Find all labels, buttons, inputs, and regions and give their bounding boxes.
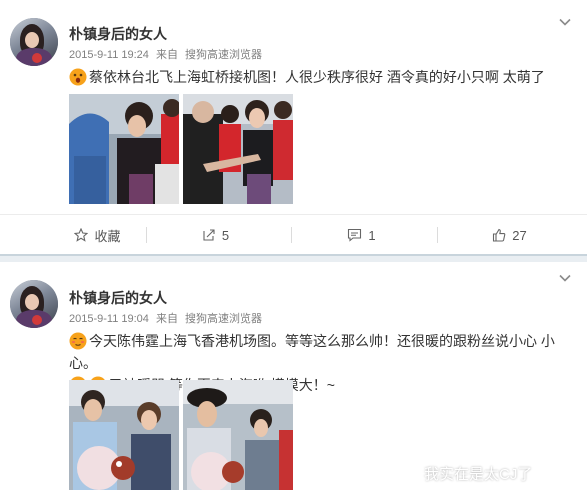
source-prefix: 来自 bbox=[155, 49, 178, 61]
post-photo[interactable] bbox=[183, 94, 293, 204]
watermark: 我实在是太CJ了 bbox=[396, 458, 532, 488]
post-text-body: 今天陈伟霆上海飞香港机场图。等等这么那么帅！还很暖的跟粉丝说小心 小 bbox=[89, 333, 555, 349]
post-source[interactable]: 搜狗高速浏览器 bbox=[185, 313, 262, 325]
like-button[interactable]: 27 bbox=[412, 215, 587, 255]
post-source[interactable]: 搜狗高速浏览器 bbox=[185, 49, 262, 61]
embarrassed-emoji-icon bbox=[69, 332, 87, 350]
post-photo[interactable] bbox=[69, 380, 179, 490]
post-time[interactable]: 2015-9-11 19:04 bbox=[69, 313, 149, 325]
post-text-line: 今天陈伟霆上海飞香港机场图。等等这么那么帅！还很暖的跟粉丝说小心 小 bbox=[69, 330, 569, 352]
wechat-icon bbox=[396, 464, 418, 482]
chevron-down-icon[interactable] bbox=[559, 272, 571, 284]
star-icon bbox=[74, 228, 89, 242]
watermark-text: 我实在是太CJ了 bbox=[424, 465, 533, 483]
post-separator bbox=[0, 254, 587, 262]
post-time[interactable]: 2015-9-11 19:24 bbox=[69, 49, 149, 61]
comment-icon bbox=[348, 228, 362, 242]
username[interactable]: 朴镇身后的女人 bbox=[69, 24, 167, 44]
repost-icon bbox=[203, 229, 215, 241]
favorite-label: 收藏 bbox=[94, 228, 121, 244]
post-photo[interactable] bbox=[69, 94, 179, 204]
post-text-line: 心。 bbox=[69, 355, 97, 371]
avatar[interactable] bbox=[10, 18, 58, 66]
repost-count: 5 bbox=[221, 227, 230, 243]
comment-count: 1 bbox=[368, 227, 376, 243]
like-count: 27 bbox=[512, 227, 527, 243]
username[interactable]: 朴镇身后的女人 bbox=[69, 288, 167, 308]
post-text: 蔡依林台北飞上海虹桥接机图！人很少秩序很好 酒令真的好小只啊 太萌了 bbox=[69, 66, 569, 88]
thumbs-up-icon bbox=[493, 228, 506, 242]
post-photo[interactable] bbox=[183, 380, 293, 490]
surprised-emoji-icon bbox=[69, 68, 87, 86]
post-meta: 2015-9-11 19:04 来自 搜狗高速浏览器 bbox=[69, 310, 262, 326]
source-prefix: 来自 bbox=[155, 313, 178, 325]
post-meta: 2015-9-11 19:24 来自 搜狗高速浏览器 bbox=[69, 46, 262, 62]
post-text-body: 蔡依林台北飞上海虹桥接机图！人很少秩序很好 酒令真的好小只啊 太萌了 bbox=[89, 69, 545, 85]
chevron-down-icon[interactable] bbox=[559, 16, 571, 28]
post-action-bar: 收藏 5 1 27 bbox=[0, 214, 587, 254]
weibo-post: 朴镇身后的女人 2015-9-11 19:24 来自 搜狗高速浏览器 蔡依林台北… bbox=[0, 0, 587, 254]
avatar[interactable] bbox=[10, 280, 58, 328]
